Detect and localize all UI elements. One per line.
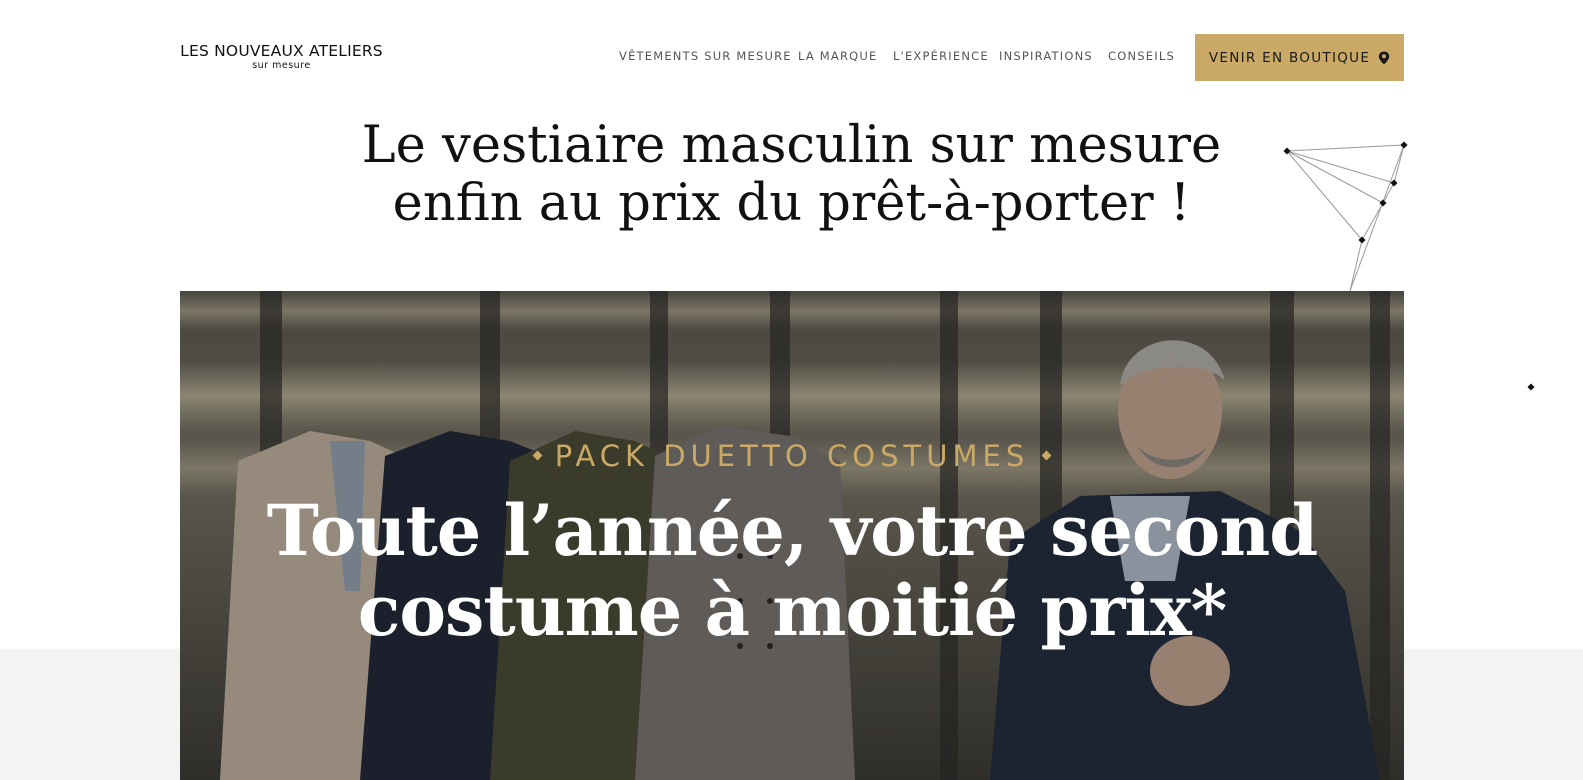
nav-item-conseils[interactable]: CONSEILS xyxy=(1108,49,1175,63)
banner-eyebrow-text: PACK DUETTO COSTUMES xyxy=(554,439,1030,473)
page-title-line-1: Le vestiaire masculin sur mesure xyxy=(361,116,1222,175)
nav-item-la-marque[interactable]: LA MARQUE xyxy=(798,49,878,63)
venir-en-boutique-button[interactable]: VENIR EN BOUTIQUE xyxy=(1195,34,1404,81)
star-dot-decoration xyxy=(1527,383,1535,391)
banner-eyebrow: PACK DUETTO COSTUMES xyxy=(180,439,1404,473)
promo-banner[interactable]: PACK DUETTO COSTUMES Toute l’année, votr… xyxy=(180,291,1404,780)
nav-item-vetements[interactable]: VÊTEMENTS SUR MESURE xyxy=(619,49,792,63)
cta-label: VENIR EN BOUTIQUE xyxy=(1208,49,1371,66)
diamond-icon xyxy=(532,450,543,460)
banner-title-line-1: Toute l’année, votre second xyxy=(266,489,1318,572)
page-title: Le vestiaire masculin sur mesure enfin a… xyxy=(300,117,1283,233)
nav-item-inspirations[interactable]: INSPIRATIONS xyxy=(999,49,1093,63)
location-pin-icon xyxy=(1378,51,1390,64)
banner-title-line-2: costume à moitié prix* xyxy=(357,569,1228,652)
nav-item-experience[interactable]: L'EXPÉRIENCE xyxy=(893,49,989,63)
diamond-icon xyxy=(1041,450,1052,460)
banner-title: Toute l’année, votre second costume à mo… xyxy=(180,491,1404,651)
page-title-line-2: enfin au prix du prêt-à-porter ! xyxy=(392,174,1191,233)
constellation-decoration xyxy=(1283,141,1408,292)
